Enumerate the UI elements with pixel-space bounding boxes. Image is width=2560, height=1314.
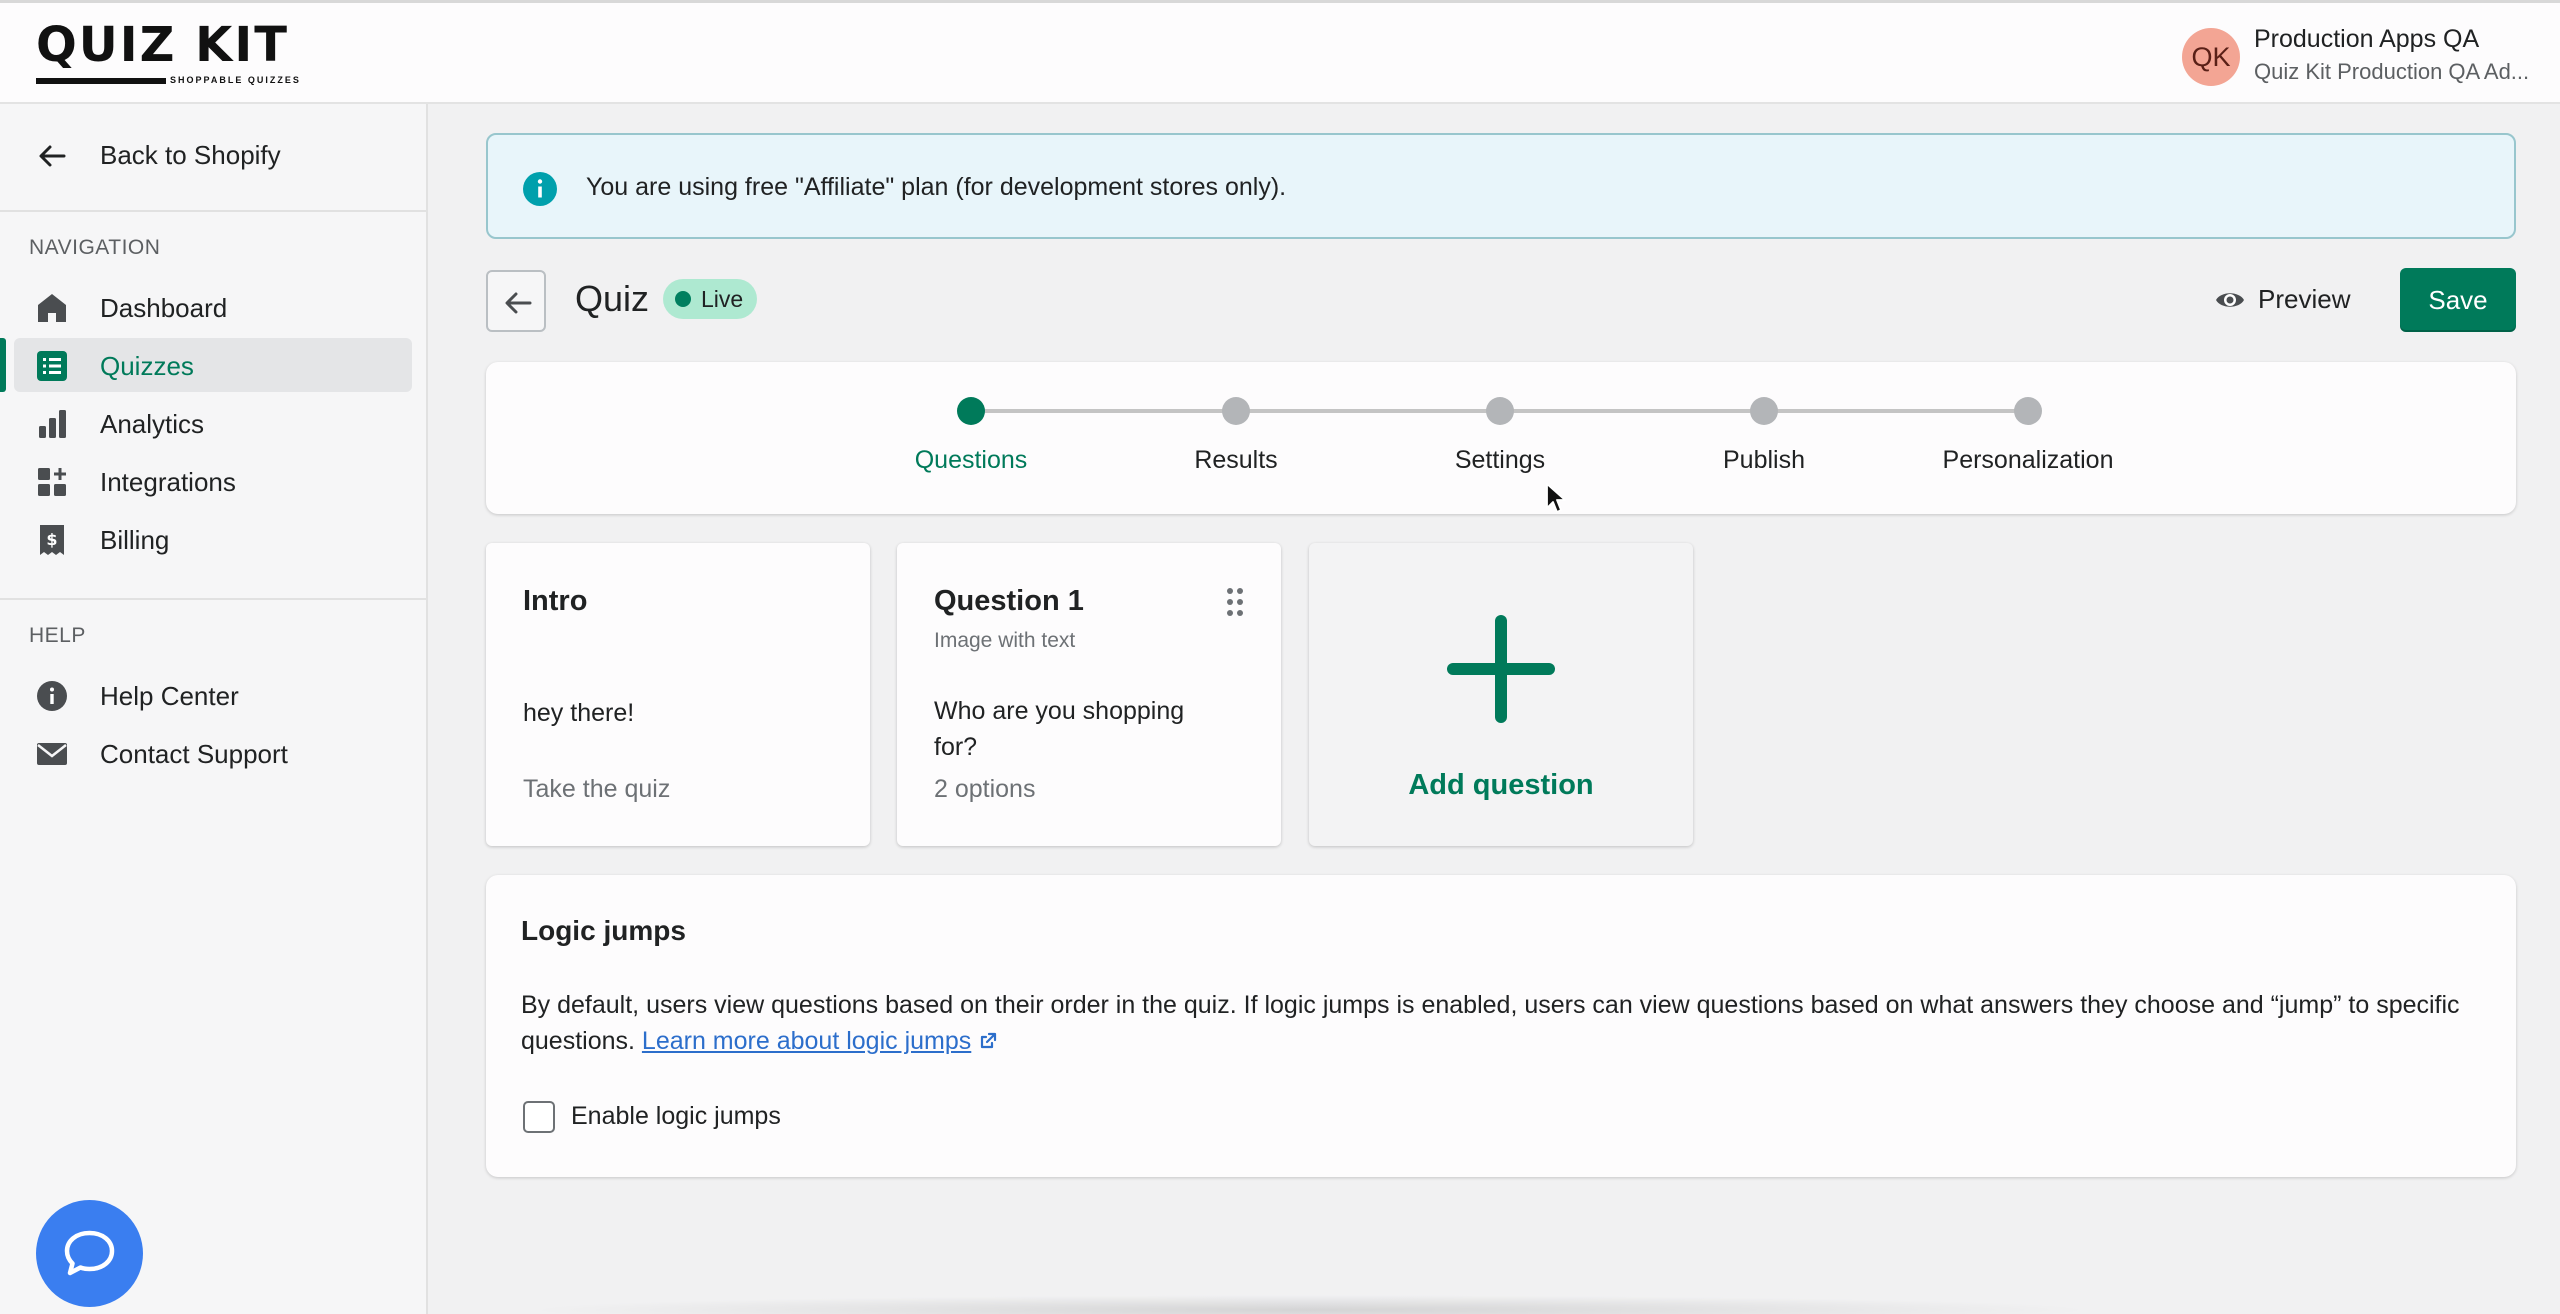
step-connector xyxy=(1764,409,2028,413)
navigation-heading: NAVIGATION xyxy=(29,236,161,259)
page-title: Quiz xyxy=(575,278,650,319)
logo-underline xyxy=(36,78,166,84)
sidebar-item-label: Contact Support xyxy=(100,739,288,769)
sidebar-item-label: Dashboard xyxy=(100,293,228,323)
logic-jumps-card: Logic jumps By default, users view quest… xyxy=(486,875,2516,1177)
save-button[interactable]: Save xyxy=(2400,268,2516,332)
add-question-label: Add question xyxy=(1408,769,1594,801)
account-name: Production Apps QA xyxy=(2254,25,2480,53)
step-dot-settings[interactable] xyxy=(1486,397,1514,425)
svg-text:$: $ xyxy=(46,530,57,549)
plus-icon xyxy=(1447,615,1555,723)
info-circle-icon xyxy=(522,171,558,212)
list-icon xyxy=(36,350,68,382)
back-to-shopify-label: Back to Shopify xyxy=(100,140,281,170)
step-settings[interactable]: Settings xyxy=(1380,446,1620,475)
preview-button[interactable]: Preview xyxy=(2214,278,2364,322)
step-questions[interactable]: Questions xyxy=(851,446,1091,475)
sidebar-item-label: Billing xyxy=(100,525,170,555)
bottom-shadow xyxy=(520,1295,2100,1314)
step-dot-personalization[interactable] xyxy=(2014,397,2042,425)
sidebar-divider xyxy=(0,210,428,212)
drag-handle-icon[interactable] xyxy=(1225,587,1245,622)
banner-text: You are using free "Affiliate" plan (for… xyxy=(586,173,1287,201)
card-body: hey there! xyxy=(523,699,635,727)
account-subtitle: Quiz Kit Production QA Ad... xyxy=(2254,59,2530,84)
account-menu[interactable]: QK Production Apps QA Quiz Kit Productio… xyxy=(2182,25,2540,86)
step-connector xyxy=(1236,409,1500,413)
card-footer: Take the quiz xyxy=(523,775,671,803)
receipt-icon: $ xyxy=(36,524,68,556)
step-connector xyxy=(971,409,1236,413)
sidebar-item-integrations[interactable]: Integrations xyxy=(14,454,412,508)
back-to-shopify-link[interactable]: Back to Shopify xyxy=(36,134,396,178)
sidebar-divider xyxy=(0,598,428,600)
active-indicator xyxy=(0,338,6,392)
sidebar-item-quizzes[interactable]: Quizzes xyxy=(14,338,412,392)
step-publish[interactable]: Publish xyxy=(1644,446,1884,475)
sidebar-item-dashboard[interactable]: Dashboard xyxy=(14,280,412,334)
back-button[interactable] xyxy=(486,270,546,332)
quiz-kit-logo[interactable]: QUIZ KIT SHOPPABLE QUIZZES xyxy=(36,21,306,89)
sidebar-item-label: Help Center xyxy=(100,681,239,711)
info-icon xyxy=(36,680,68,712)
preview-label: Preview xyxy=(2258,284,2351,314)
mail-icon xyxy=(36,738,68,770)
sidebar-item-contact-support[interactable]: Contact Support xyxy=(14,726,412,780)
add-question-card[interactable]: Add question xyxy=(1309,543,1693,846)
arrow-left-icon xyxy=(36,140,68,177)
sidebar-item-label: Quizzes xyxy=(100,351,194,381)
step-connector xyxy=(1500,409,1764,413)
avatar: QK xyxy=(2182,28,2240,86)
bar-chart-icon xyxy=(36,408,68,440)
intro-card[interactable]: Intro hey there! Take the quiz xyxy=(486,543,870,846)
eye-icon xyxy=(2216,293,2244,307)
home-icon xyxy=(36,292,68,324)
mouse-cursor-icon xyxy=(1545,482,1567,521)
sidebar: Back to Shopify NAVIGATION Dashboard Qui… xyxy=(0,104,428,1314)
status-badge: Live xyxy=(663,279,758,319)
card-title: Question 1 xyxy=(934,585,1084,617)
logo-text: QUIZ KIT xyxy=(36,17,289,73)
arrow-left-icon xyxy=(505,292,532,314)
status-dot xyxy=(675,291,691,307)
question-type: Image with text xyxy=(934,629,1076,652)
step-results[interactable]: Results xyxy=(1116,446,1356,475)
card-body: Who are you shopping for? xyxy=(934,697,1185,761)
card-title: Intro xyxy=(523,585,588,617)
step-personalization[interactable]: Personalization xyxy=(1908,446,2148,475)
chat-bubble-icon xyxy=(64,1230,115,1276)
logic-jumps-title: Logic jumps xyxy=(521,915,686,946)
step-dot-questions[interactable] xyxy=(957,397,985,425)
step-dot-results[interactable] xyxy=(1222,397,1250,425)
plan-info-banner: You are using free "Affiliate" plan (for… xyxy=(486,133,2516,239)
sidebar-item-label: Integrations xyxy=(100,467,236,497)
status-badge-label: Live xyxy=(701,286,744,312)
help-heading: HELP xyxy=(29,624,86,647)
sidebar-item-analytics[interactable]: Analytics xyxy=(14,396,412,450)
external-link-icon[interactable] xyxy=(978,1031,998,1051)
enable-logic-jumps-label[interactable]: Enable logic jumps xyxy=(571,1102,781,1131)
enable-logic-jumps-checkbox[interactable] xyxy=(523,1101,555,1133)
logo-subtitle: SHOPPABLE QUIZZES xyxy=(170,75,301,85)
learn-more-link[interactable]: Learn more about logic jumps xyxy=(642,1027,971,1055)
quiz-stepper: Questions Results Settings Publish Perso… xyxy=(486,362,2516,514)
logic-jumps-description: By default, users view questions based o… xyxy=(521,987,2491,1059)
card-footer: 2 options xyxy=(934,775,1036,803)
apps-icon xyxy=(36,466,68,498)
step-dot-publish[interactable] xyxy=(1750,397,1778,425)
sidebar-item-help-center[interactable]: Help Center xyxy=(14,668,412,722)
question-card[interactable]: Question 1 Image with text Who are you s… xyxy=(897,543,1281,846)
chat-support-button[interactable] xyxy=(36,1200,143,1307)
top-bar: QUIZ KIT SHOPPABLE QUIZZES QK Production… xyxy=(0,0,2560,104)
sidebar-item-label: Analytics xyxy=(100,409,205,439)
sidebar-item-billing[interactable]: $ Billing xyxy=(14,512,412,566)
